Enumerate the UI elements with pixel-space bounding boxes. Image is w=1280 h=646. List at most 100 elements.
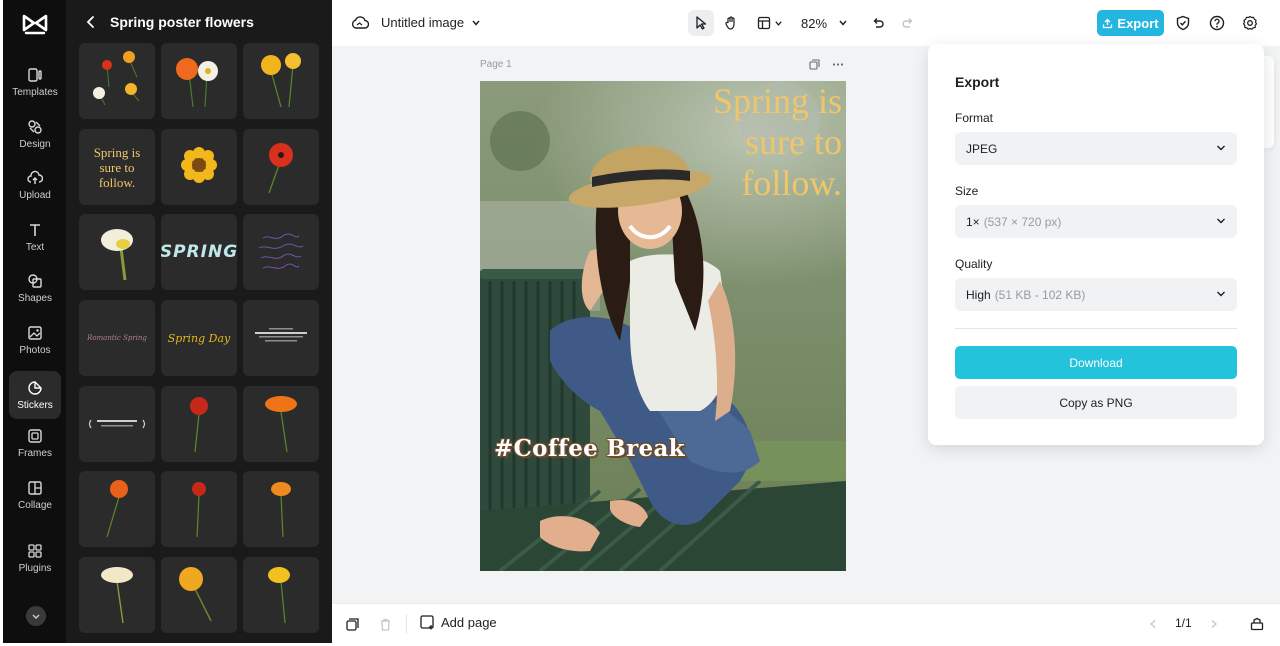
gear-icon[interactable]: [1242, 15, 1258, 31]
size-label: Size: [955, 184, 979, 198]
sticker-tile[interactable]: Spring Day: [161, 300, 237, 376]
export-upload-icon: [1103, 18, 1113, 28]
page-actions: [809, 59, 844, 70]
size-select[interactable]: 1× (537 × 720 px): [955, 205, 1237, 238]
rail-item-collage[interactable]: Collage: [9, 471, 61, 519]
chevron-down-icon: [1217, 291, 1225, 297]
size-value: 1×: [966, 214, 980, 229]
shield-icon[interactable]: [1175, 15, 1191, 31]
prev-page-icon[interactable]: [1148, 619, 1158, 629]
add-page-label: Add page: [441, 615, 497, 630]
sticker-tile[interactable]: [79, 386, 155, 462]
rail-item-text[interactable]: Text: [9, 213, 61, 261]
design-icon: [28, 119, 42, 134]
trash-icon[interactable]: [379, 618, 392, 631]
sticker-tile[interactable]: [79, 471, 155, 547]
panel-title: Spring poster flowers: [110, 14, 254, 30]
rail-item-shapes[interactable]: Shapes: [9, 264, 61, 312]
rail-item-label: Photos: [19, 344, 51, 356]
white-tulip-sticker: [101, 229, 133, 281]
layers-icon[interactable]: [346, 618, 359, 631]
sticker-tile[interactable]: [79, 557, 155, 633]
hand-icon: [725, 16, 735, 30]
rail-item-label: Design: [19, 138, 51, 150]
hand-tool[interactable]: [718, 10, 744, 36]
templates-icon: [28, 67, 42, 82]
download-button[interactable]: Download: [955, 346, 1237, 379]
sticker-tile[interactable]: SPRING: [161, 214, 237, 290]
quality-value: High: [966, 287, 991, 302]
shapes-icon: [28, 273, 42, 288]
cloud-save-icon[interactable]: [351, 15, 369, 31]
capcut-logo-icon[interactable]: [22, 12, 48, 36]
file-name[interactable]: Untitled image: [381, 15, 464, 30]
sticker-tile[interactable]: [243, 386, 319, 462]
page-count: 1/1: [1175, 616, 1192, 630]
sticker-tile[interactable]: [243, 129, 319, 205]
sticker-tile[interactable]: [243, 300, 319, 376]
coffee-break-text[interactable]: #Coffee Break: [494, 435, 685, 462]
back-arrow-icon[interactable]: [84, 15, 98, 29]
sticker-tile[interactable]: [243, 557, 319, 633]
rail-item-label: Shapes: [18, 292, 52, 304]
more-options-icon[interactable]: [832, 59, 844, 70]
spring-is-sticker-text: Spring is sure to follow.: [93, 144, 141, 190]
poster-headline[interactable]: Spring is sure to follow.: [642, 81, 842, 204]
sticker-tile[interactable]: [161, 557, 237, 633]
quality-select[interactable]: High (51 KB - 102 KB): [955, 278, 1237, 311]
undo-button[interactable]: [865, 10, 891, 36]
rail-item-photos[interactable]: Photos: [9, 316, 61, 364]
romantic-spring-sticker-text: Romantic Spring: [87, 334, 147, 342]
duplicate-page-icon[interactable]: [809, 59, 820, 70]
flower-bouquet-sticker: [93, 51, 140, 106]
sticker-tile[interactable]: [243, 214, 319, 290]
top-toolbar: Untitled image 82% Export: [332, 0, 1280, 46]
quality-label: Quality: [955, 257, 993, 271]
poster-canvas[interactable]: Spring is sure to follow. #Coffee Break: [480, 81, 846, 571]
chevron-down-icon: [32, 614, 40, 619]
redo-button[interactable]: [895, 10, 921, 36]
select-tool[interactable]: [688, 10, 714, 36]
zoom-level[interactable]: 82%: [801, 16, 827, 31]
sunflower-sticker: [181, 147, 217, 183]
red-flower-stem-sticker: [190, 397, 208, 453]
chevron-down-icon[interactable]: [471, 18, 481, 28]
chevron-down-icon[interactable]: [838, 18, 848, 28]
rail-item-plugins[interactable]: Plugins: [9, 534, 61, 582]
sticker-tile[interactable]: [161, 43, 237, 119]
rail-item-stickers[interactable]: Stickers: [9, 371, 61, 419]
sticker-tile[interactable]: [161, 386, 237, 462]
sticker-tile[interactable]: Spring is sure to follow.: [79, 129, 155, 205]
rail-item-upload[interactable]: Upload: [9, 161, 61, 209]
sticker-tile[interactable]: [161, 471, 237, 547]
export-button-label: Export: [1117, 15, 1159, 31]
sticker-tile[interactable]: Romantic Spring: [79, 300, 155, 376]
side-panel-edge: [1264, 56, 1274, 148]
rail-item-label: Frames: [18, 447, 52, 459]
yellow-poppy-stem-sticker: [268, 567, 290, 624]
bottom-toolbar: Add page 1/1: [332, 603, 1280, 643]
sticker-tile[interactable]: [79, 43, 155, 119]
help-icon[interactable]: [1209, 15, 1225, 31]
sticker-tile[interactable]: [243, 43, 319, 119]
rail-item-label: Collage: [18, 499, 52, 511]
format-label: Format: [955, 111, 994, 125]
undo-icon: [873, 18, 884, 28]
sticker-tile[interactable]: [161, 129, 237, 205]
rail-expand-button[interactable]: [26, 606, 46, 626]
sticker-tile[interactable]: [79, 214, 155, 290]
next-page-icon[interactable]: [1209, 619, 1219, 629]
sticker-tile[interactable]: [243, 471, 319, 547]
rail-item-templates[interactable]: Templates: [9, 58, 61, 106]
format-value: JPEG: [966, 141, 998, 156]
copy-as-png-button[interactable]: Copy as PNG: [955, 386, 1237, 419]
layout-tool[interactable]: [752, 10, 788, 36]
format-select[interactable]: JPEG: [955, 132, 1237, 165]
orange-flower-sticker: [106, 480, 128, 538]
chevron-down-icon: [1217, 218, 1225, 224]
rail-item-frames[interactable]: Frames: [9, 419, 61, 467]
add-page-button[interactable]: Add page: [420, 615, 497, 630]
pages-overview-icon[interactable]: [1250, 617, 1264, 631]
export-button[interactable]: Export: [1097, 10, 1164, 36]
rail-item-design[interactable]: Design: [9, 110, 61, 158]
